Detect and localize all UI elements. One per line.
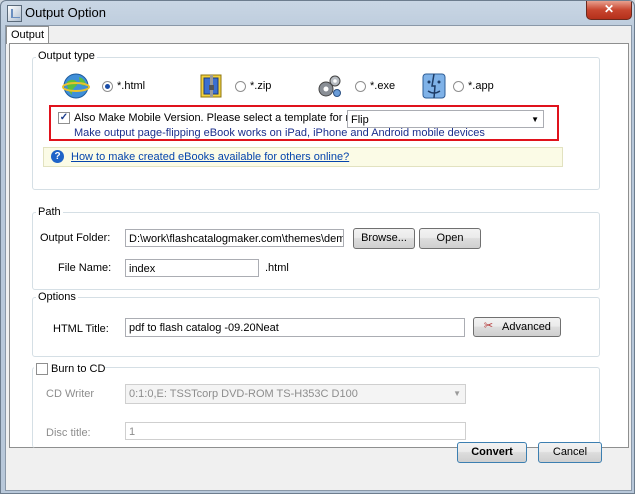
burn-to-cd-label[interactable]: Burn to CD	[51, 363, 105, 375]
open-button[interactable]: Open	[419, 228, 481, 249]
zip-archive-icon	[200, 74, 222, 98]
file-extension: .html	[265, 262, 289, 274]
gears-icon	[318, 75, 341, 97]
disc-title-label: Disc title:	[46, 427, 91, 439]
zip-option-label[interactable]: *.zip	[250, 80, 271, 92]
mobile-version-hint: Make output page-flipping eBook works on…	[74, 127, 485, 139]
mobile-template-value: Flip	[351, 114, 369, 126]
zip-radio[interactable]	[235, 81, 246, 92]
mobile-version-checkbox[interactable]: ✓	[58, 112, 70, 124]
file-name-label: File Name:	[58, 262, 112, 274]
exe-option-label[interactable]: *.exe	[370, 80, 395, 92]
output-type-legend: Output type	[36, 50, 97, 62]
chevron-down-icon: ▼	[531, 115, 539, 124]
html-title-input[interactable]: pdf to flash catalog -09.20Neat	[125, 318, 465, 337]
cd-writer-value: 0:1:0,E: TSSTcorp DVD-ROM TS-H353C D100	[129, 388, 358, 400]
disc-title-input: 1	[125, 422, 466, 440]
output-folder-input[interactable]: D:\work\flashcatalogmaker.com\themes\dem…	[125, 229, 344, 247]
output-option-window: Output Option ✕ Output Output type *.htm…	[0, 0, 635, 494]
window-title: Output Option	[25, 5, 106, 20]
close-button[interactable]: ✕	[586, 1, 632, 20]
advanced-button[interactable]: ✂ Advanced	[473, 317, 561, 337]
app-icon	[7, 5, 22, 22]
cd-writer-select: 0:1:0,E: TSSTcorp DVD-ROM TS-H353C D100 …	[125, 384, 466, 404]
path-group	[32, 212, 600, 290]
output-tab-panel: Output type *.html *.zip *.exe *.app ✓ A…	[9, 43, 629, 448]
advanced-label: Advanced	[502, 321, 551, 333]
tools-icon: ✂	[483, 320, 494, 332]
mac-finder-icon	[422, 73, 446, 99]
cancel-button[interactable]: Cancel	[538, 442, 602, 463]
options-legend: Options	[36, 291, 78, 303]
exe-radio[interactable]	[355, 81, 366, 92]
globe-icon	[62, 73, 90, 99]
file-name-input[interactable]: index	[125, 259, 259, 277]
cd-writer-label: CD Writer	[46, 388, 95, 400]
html-title-label: HTML Title:	[53, 323, 109, 335]
browse-button[interactable]: Browse...	[353, 228, 415, 249]
html-radio[interactable]	[102, 81, 113, 92]
burn-to-cd-checkbox[interactable]	[36, 363, 48, 375]
mobile-template-select[interactable]: Flip ▼	[347, 110, 544, 128]
convert-button[interactable]: Convert	[457, 442, 527, 463]
app-radio[interactable]	[453, 81, 464, 92]
path-legend: Path	[36, 206, 63, 218]
output-folder-label: Output Folder:	[40, 232, 111, 244]
mobile-version-label[interactable]: Also Make Mobile Version. Please select …	[74, 112, 381, 124]
help-link[interactable]: How to make created eBooks available for…	[71, 151, 349, 163]
tab-output[interactable]: Output	[6, 26, 49, 44]
html-option-label[interactable]: *.html	[117, 80, 145, 92]
dialog-client-area: Output Output type *.html *.zip *.exe *.…	[5, 25, 632, 491]
help-icon: ?	[51, 150, 64, 163]
chevron-down-icon: ▼	[453, 389, 461, 398]
app-option-label[interactable]: *.app	[468, 80, 494, 92]
title-bar[interactable]: Output Option ✕	[1, 1, 634, 25]
